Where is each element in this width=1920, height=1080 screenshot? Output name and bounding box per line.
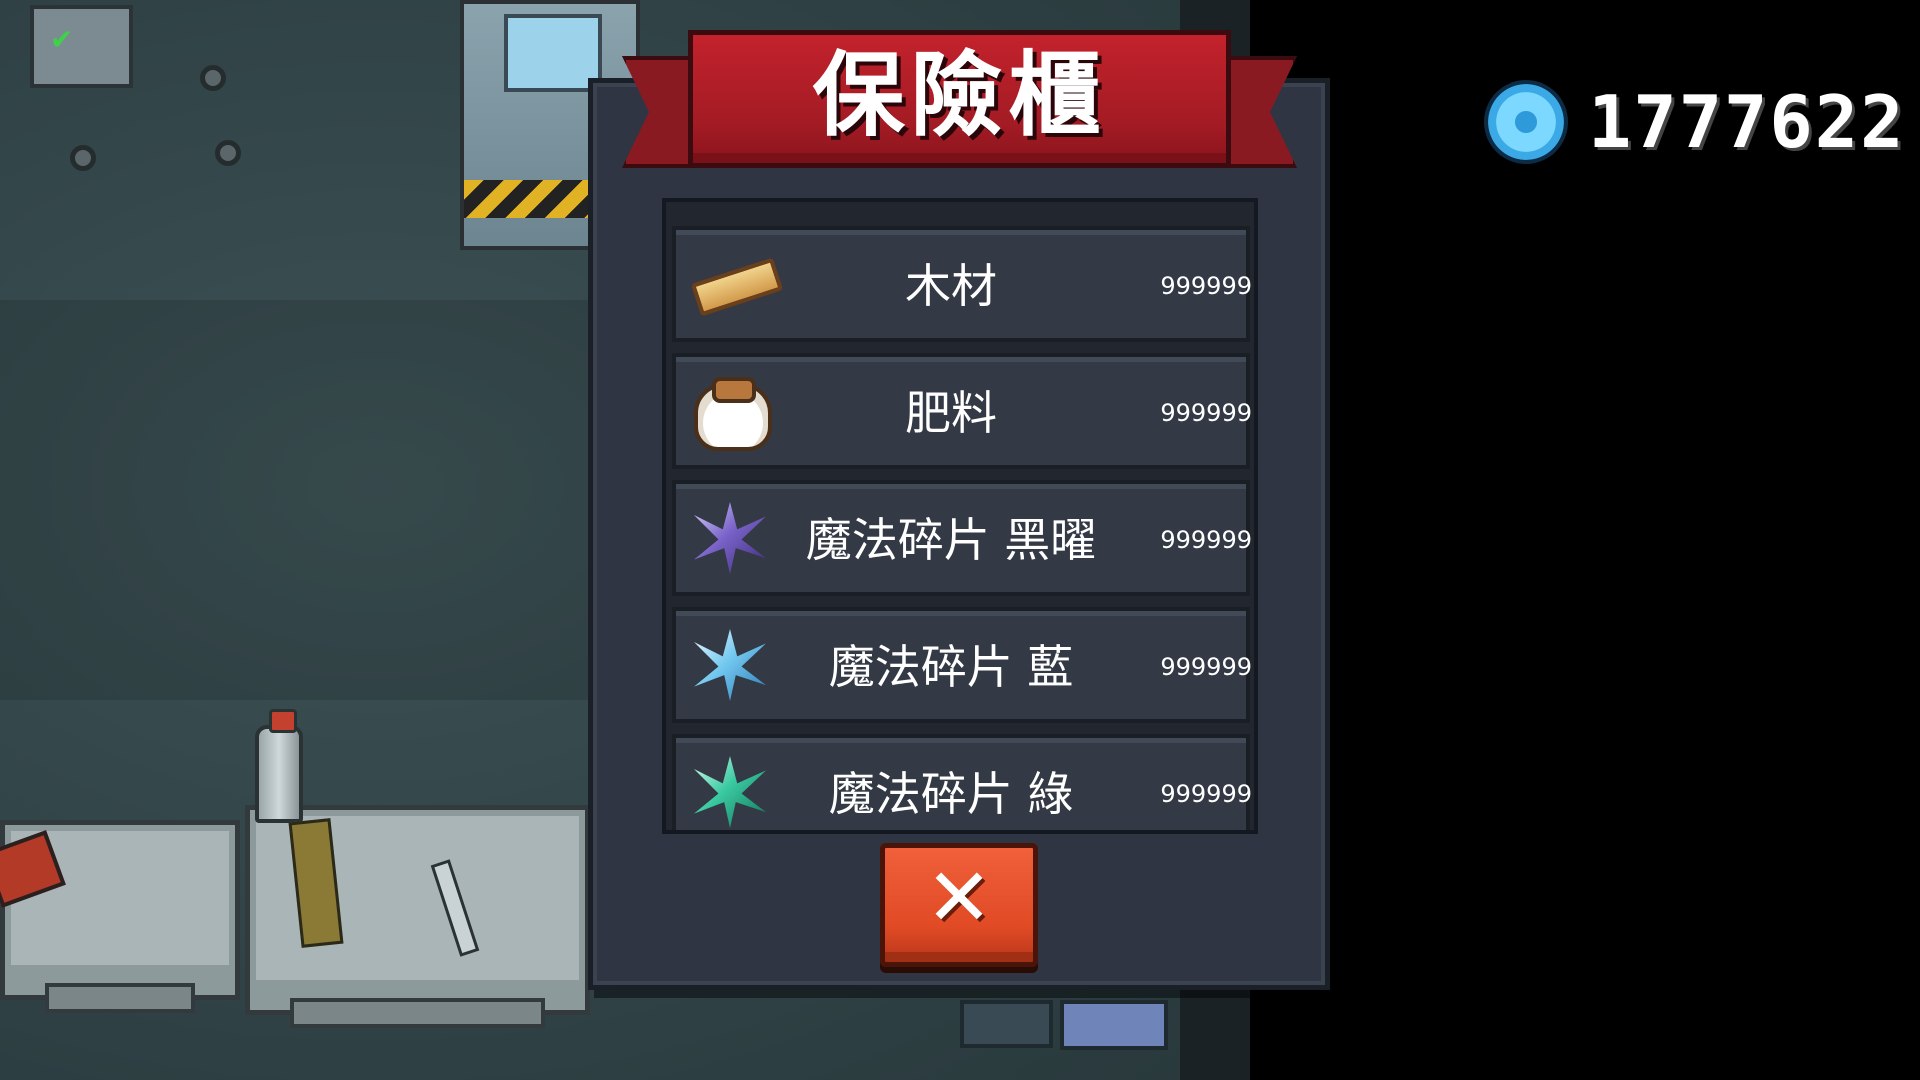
fertilizer-bag-icon	[694, 375, 772, 451]
item-count: 999999	[1160, 526, 1252, 554]
magic-shard-blue-icon	[694, 629, 766, 701]
item-name: 木材	[905, 259, 997, 313]
currency-amount: 1777622	[1588, 79, 1906, 164]
item-count: 999999	[1160, 653, 1252, 681]
close-button[interactable]: ✕	[880, 843, 1038, 967]
gear-icon	[200, 65, 226, 91]
gear-icon	[215, 140, 241, 166]
item-name: 魔法碎片 藍	[828, 640, 1074, 694]
gear-icon	[70, 145, 96, 171]
item-count: 999999	[1160, 399, 1252, 427]
vault-item-shard-green[interactable]: 魔法碎片 綠 999999	[672, 734, 1252, 830]
close-icon: ✕	[925, 851, 993, 944]
workbench-foot	[45, 983, 195, 1013]
vault-item-shard-blue[interactable]: 魔法碎片 藍 999999	[672, 607, 1252, 723]
vault-item-list[interactable]: 木材 999999 肥料 999999 魔法碎片 黑曜 999999 魔法碎片 …	[662, 198, 1258, 834]
item-name: 肥料	[905, 386, 997, 440]
vault-item-wood[interactable]: 木材 999999	[672, 226, 1252, 342]
item-name: 魔法碎片 綠	[828, 767, 1074, 821]
gas-tank-icon	[255, 709, 303, 823]
magic-shard-green-icon	[694, 756, 766, 828]
vault-item-fertilizer[interactable]: 肥料 999999	[672, 353, 1252, 469]
item-count: 999999	[1160, 780, 1252, 808]
floor-shadow	[0, 300, 600, 700]
vault-title: 保險櫃	[812, 42, 1107, 149]
currency-display: 1777622	[1488, 79, 1906, 164]
floor-vent	[960, 1000, 1053, 1048]
gem-icon	[1488, 83, 1564, 160]
item-name: 魔法碎片 黑曜	[805, 513, 1097, 567]
wood-icon	[690, 248, 784, 320]
workbench-foot	[290, 998, 545, 1028]
vault-item-shard-obsidian[interactable]: 魔法碎片 黑曜 999999	[672, 480, 1252, 596]
vault-title-banner: 保險櫃	[622, 30, 1297, 178]
floor-panel	[1060, 1000, 1168, 1050]
magic-shard-obsidian-icon	[694, 502, 766, 574]
computer-terminal-icon	[30, 5, 133, 88]
item-count: 999999	[1160, 272, 1252, 300]
